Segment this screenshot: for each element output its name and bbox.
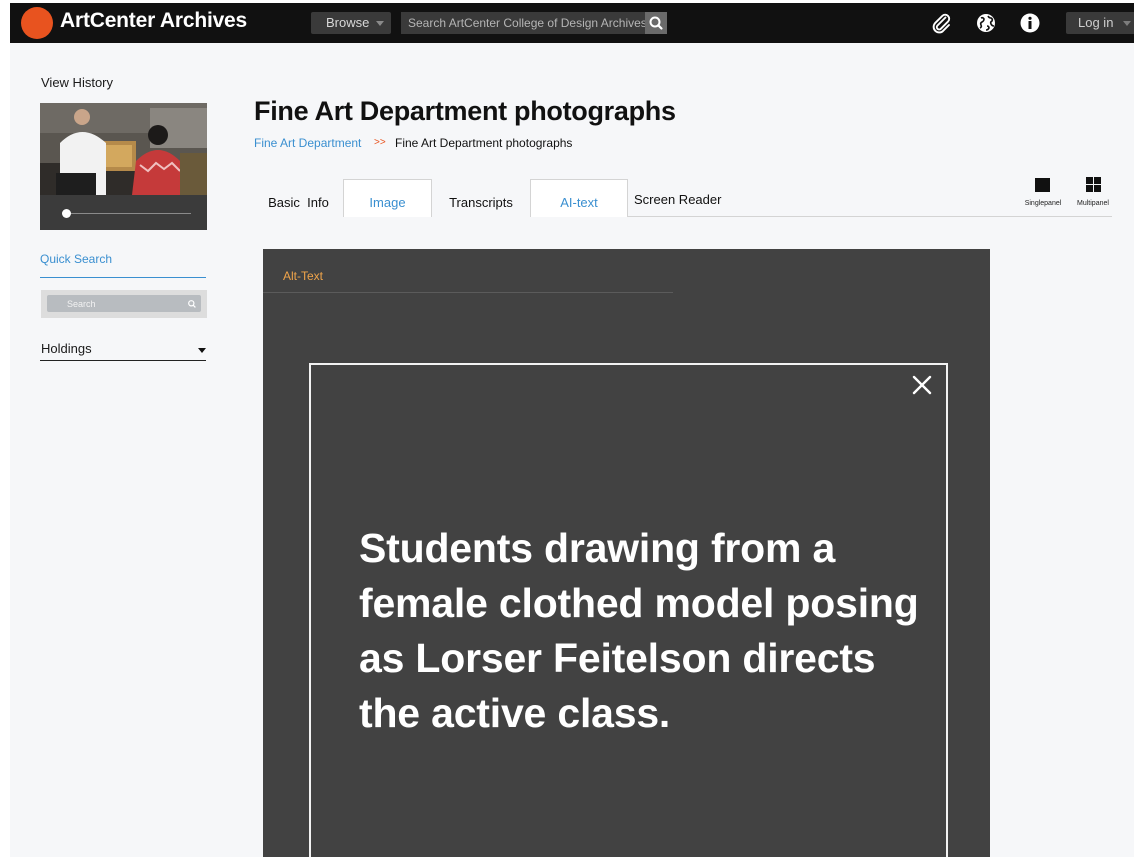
search-button[interactable] <box>645 12 667 34</box>
page-title: Fine Art Department photographs <box>254 96 676 126</box>
tab-transcripts[interactable]: Transcripts <box>431 188 531 217</box>
close-icon[interactable] <box>910 373 934 397</box>
login-dropdown[interactable]: Log in <box>1066 12 1134 34</box>
tab-ai-text[interactable]: AI-text <box>530 179 628 217</box>
page-frame: ArtCenter Archives Browse Search ArtCent… <box>10 3 1134 857</box>
global-search-input[interactable] <box>401 12 645 34</box>
paperclip-icon[interactable] <box>929 11 953 35</box>
artcenter-logo-icon[interactable] <box>21 7 53 39</box>
history-slider-handle[interactable] <box>62 209 71 218</box>
alt-text-dialog: Students drawing from a female clothed m… <box>309 363 948 857</box>
tab-image[interactable]: Image <box>343 179 432 217</box>
breadcrumb-separator: >> <box>374 137 386 148</box>
top-nav-bar: ArtCenter Archives Browse Search ArtCent… <box>10 3 1134 43</box>
multipanel-icon <box>1086 177 1101 192</box>
login-label: Log in <box>1078 15 1114 30</box>
multipanel-label: Multipanel <box>1077 200 1109 207</box>
search-icon[interactable] <box>187 299 197 309</box>
browse-label: Browse <box>326 15 370 30</box>
chevron-down-icon <box>376 21 384 26</box>
history-thumbnail[interactable] <box>40 103 207 230</box>
holdings-underline <box>40 360 206 361</box>
viewer-tab-divider <box>263 292 673 293</box>
tab-screen-reader[interactable]: Screen Reader <box>634 185 724 214</box>
quick-search-underline <box>40 277 206 278</box>
sidebar-search-container <box>41 290 207 318</box>
info-icon[interactable] <box>1018 11 1042 35</box>
breadcrumb-parent-link[interactable]: Fine Art Department <box>254 136 361 150</box>
multipanel-button[interactable]: Multipanel <box>1072 175 1114 209</box>
viewer-tab-alt-text[interactable]: Alt-Text <box>283 269 323 283</box>
tabs-divider <box>627 216 1112 217</box>
quick-search-link[interactable]: Quick Search <box>40 252 112 266</box>
history-slider-track[interactable] <box>63 213 191 214</box>
history-photo <box>40 103 207 195</box>
browse-dropdown[interactable]: Browse <box>311 12 391 34</box>
brand-title[interactable]: ArtCenter Archives <box>60 9 247 33</box>
tab-basic-info[interactable]: Basic Info <box>254 188 343 217</box>
chevron-down-icon <box>1123 21 1131 26</box>
breadcrumb-current: Fine Art Department photographs <box>395 136 573 150</box>
sidebar-search-input[interactable] <box>47 295 201 312</box>
singlepanel-icon <box>1035 178 1050 192</box>
alt-text-description: Students drawing from a female clothed m… <box>359 525 919 736</box>
alt-text-viewer: Alt-Text Students drawing from a female … <box>263 249 990 857</box>
holdings-dropdown[interactable]: Holdings <box>41 341 92 356</box>
view-history-heading: View History <box>41 75 114 90</box>
search-icon <box>649 16 663 30</box>
globe-icon[interactable] <box>974 11 998 35</box>
chevron-down-icon[interactable] <box>198 348 206 353</box>
singlepanel-label: Singlepanel <box>1024 200 1062 207</box>
singlepanel-button[interactable]: Singlepanel <box>1022 175 1064 209</box>
